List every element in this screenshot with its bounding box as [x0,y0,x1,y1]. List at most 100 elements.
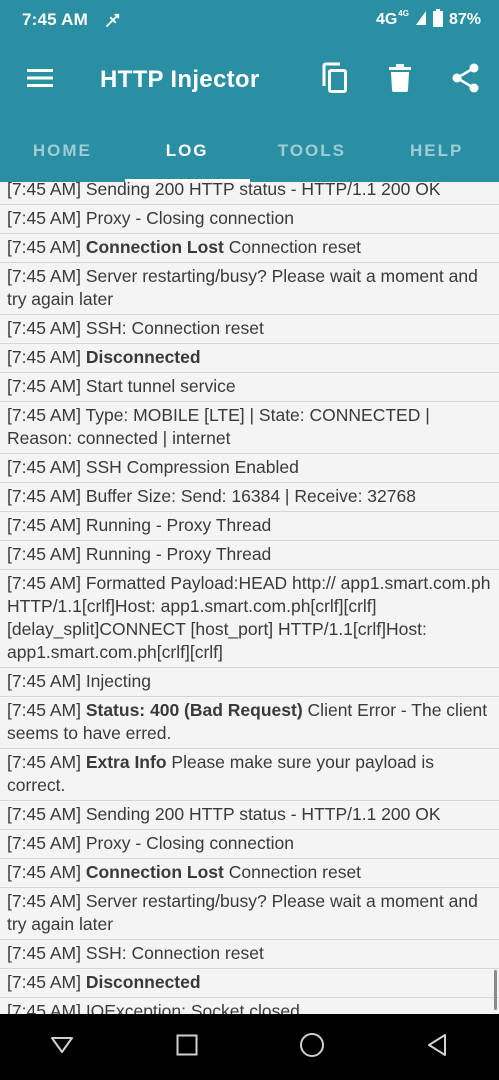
log-timestamp: [7:45 AM] [7,671,81,691]
log-message: Buffer Size: Send: 16384 | Receive: 3276… [85,486,416,506]
log-timestamp: [7:45 AM] [7,208,81,228]
log-bold: Disconnected [85,347,201,367]
log-bold: Extra Info [85,752,167,772]
log-bold: Disconnected [85,972,201,992]
navigation-bar [0,1014,499,1080]
log-timestamp: [7:45 AM] [7,486,81,506]
log-row: [7:45 AM] Connection Lost Connection res… [0,859,499,888]
log-row: [7:45 AM] Running - Proxy Thread [0,541,499,570]
log-row: [7:45 AM] Extra Info Please make sure yo… [0,749,499,801]
log-timestamp: [7:45 AM] [7,266,81,286]
app-bar: HTTP Injector [0,40,499,120]
log-message: Connection reset [228,862,362,882]
log-row: [7:45 AM] Proxy - Closing connection [0,205,499,234]
log-timestamp: [7:45 AM] [7,573,81,593]
log-message: Proxy - Closing connection [85,208,294,228]
back-icon [50,1036,74,1059]
log-row: [7:45 AM] SSH: Connection reset [0,940,499,969]
log-timestamp: [7:45 AM] [7,752,81,772]
log-row: [7:45 AM] IOException: Socket closed [0,998,499,1014]
nav-back-triangle-button[interactable] [374,1014,499,1080]
log-message: IOException: Socket closed [85,1001,300,1014]
back-triangle-icon [427,1033,447,1062]
log-row: [7:45 AM] Start tunnel service [0,373,499,402]
nav-back-button[interactable] [0,1014,125,1080]
log-bold: Connection Lost [85,862,224,882]
log-timestamp: [7:45 AM] [7,1001,81,1014]
log-row: [7:45 AM] Server restarting/busy? Please… [0,888,499,940]
log-row: [7:45 AM] Sending 200 HTTP status - HTTP… [0,182,499,205]
log-row: [7:45 AM] SSH: Connection reset [0,315,499,344]
log-timestamp: [7:45 AM] [7,376,81,396]
log-message: SSH Compression Enabled [85,457,299,477]
log-row: [7:45 AM] Buffer Size: Send: 16384 | Rec… [0,483,499,512]
share-icon [452,63,480,98]
tab-home[interactable]: HOME [0,120,125,182]
log-timestamp: [7:45 AM] [7,972,81,992]
log-row: [7:45 AM] Connection Lost Connection res… [0,234,499,263]
log-timestamp: [7:45 AM] [7,544,81,564]
scrollbar-thumb[interactable] [494,970,497,1010]
log-row: [7:45 AM] Injecting [0,668,499,697]
log-message: SSH: Connection reset [85,318,264,338]
tab-bar: HOME LOG TOOLS HELP [0,120,499,182]
copy-icon [320,62,348,99]
log-timestamp: [7:45 AM] [7,515,81,535]
log-entries: [7:45 AM] Sending 200 HTTP status - HTTP… [0,182,499,1014]
log-list[interactable]: [7:45 AM] Sending 200 HTTP status - HTTP… [0,182,499,1014]
nav-home-button[interactable] [250,1014,375,1080]
log-bold: Status: 400 (Bad Request) [85,700,303,720]
data-saver-icon [104,11,122,29]
log-timestamp: [7:45 AM] [7,943,81,963]
log-timestamp: [7:45 AM] [7,891,81,911]
log-message: Injecting [85,671,151,691]
log-row: [7:45 AM] Server restarting/busy? Please… [0,263,499,315]
network-type: 4G [375,11,398,28]
log-timestamp: [7:45 AM] [7,457,81,477]
log-message: Running - Proxy Thread [85,515,272,535]
log-row: [7:45 AM] Status: 400 (Bad Request) Clie… [0,697,499,749]
log-timestamp: [7:45 AM] [7,804,81,824]
status-time: 7:45 AM [22,10,88,29]
share-button[interactable] [433,40,499,120]
nav-recents-button[interactable] [125,1014,250,1080]
log-timestamp: [7:45 AM] [7,833,81,853]
network-type-small: 4G [398,9,409,18]
tab-help[interactable]: HELP [374,120,499,182]
app-bar-actions [301,40,499,120]
battery-percent: 87% [448,11,481,28]
log-row: [7:45 AM] Type: MOBILE [LTE] | State: CO… [0,402,499,454]
log-row: [7:45 AM] Formatted Payload:HEAD http://… [0,570,499,668]
app-title: HTTP Injector [100,66,260,93]
copy-button[interactable] [301,40,367,120]
battery-icon [432,8,443,32]
log-message: Proxy - Closing connection [85,833,294,853]
log-row: [7:45 AM] Sending 200 HTTP status - HTTP… [0,801,499,830]
log-timestamp: [7:45 AM] [7,318,81,338]
log-message: Sending 200 HTTP status - HTTP/1.1 200 O… [85,182,441,199]
log-row: [7:45 AM] SSH Compression Enabled [0,454,499,483]
status-bar: 7:45 AM 4G 4G 87% [0,0,499,40]
tab-tools[interactable]: TOOLS [250,120,375,182]
log-timestamp: [7:45 AM] [7,405,81,425]
network-indicator: 4G 4G [375,9,409,29]
menu-button[interactable] [0,40,80,120]
log-timestamp: [7:45 AM] [7,347,81,367]
tab-log[interactable]: LOG [124,120,250,182]
menu-icon [26,67,54,94]
signal-icon [415,10,427,31]
log-row: [7:45 AM] Running - Proxy Thread [0,512,499,541]
recents-icon [176,1034,198,1061]
log-timestamp: [7:45 AM] [7,182,81,199]
home-icon [299,1032,325,1063]
log-message: SSH: Connection reset [85,943,264,963]
log-row: [7:45 AM] Disconnected [0,344,499,373]
log-timestamp: [7:45 AM] [7,700,81,720]
delete-button[interactable] [367,40,433,120]
log-message: Start tunnel service [85,376,236,396]
log-bold: Connection Lost [85,237,224,257]
log-timestamp: [7:45 AM] [7,237,81,257]
log-timestamp: [7:45 AM] [7,862,81,882]
log-row: [7:45 AM] Disconnected [0,969,499,998]
log-message: Running - Proxy Thread [85,544,272,564]
